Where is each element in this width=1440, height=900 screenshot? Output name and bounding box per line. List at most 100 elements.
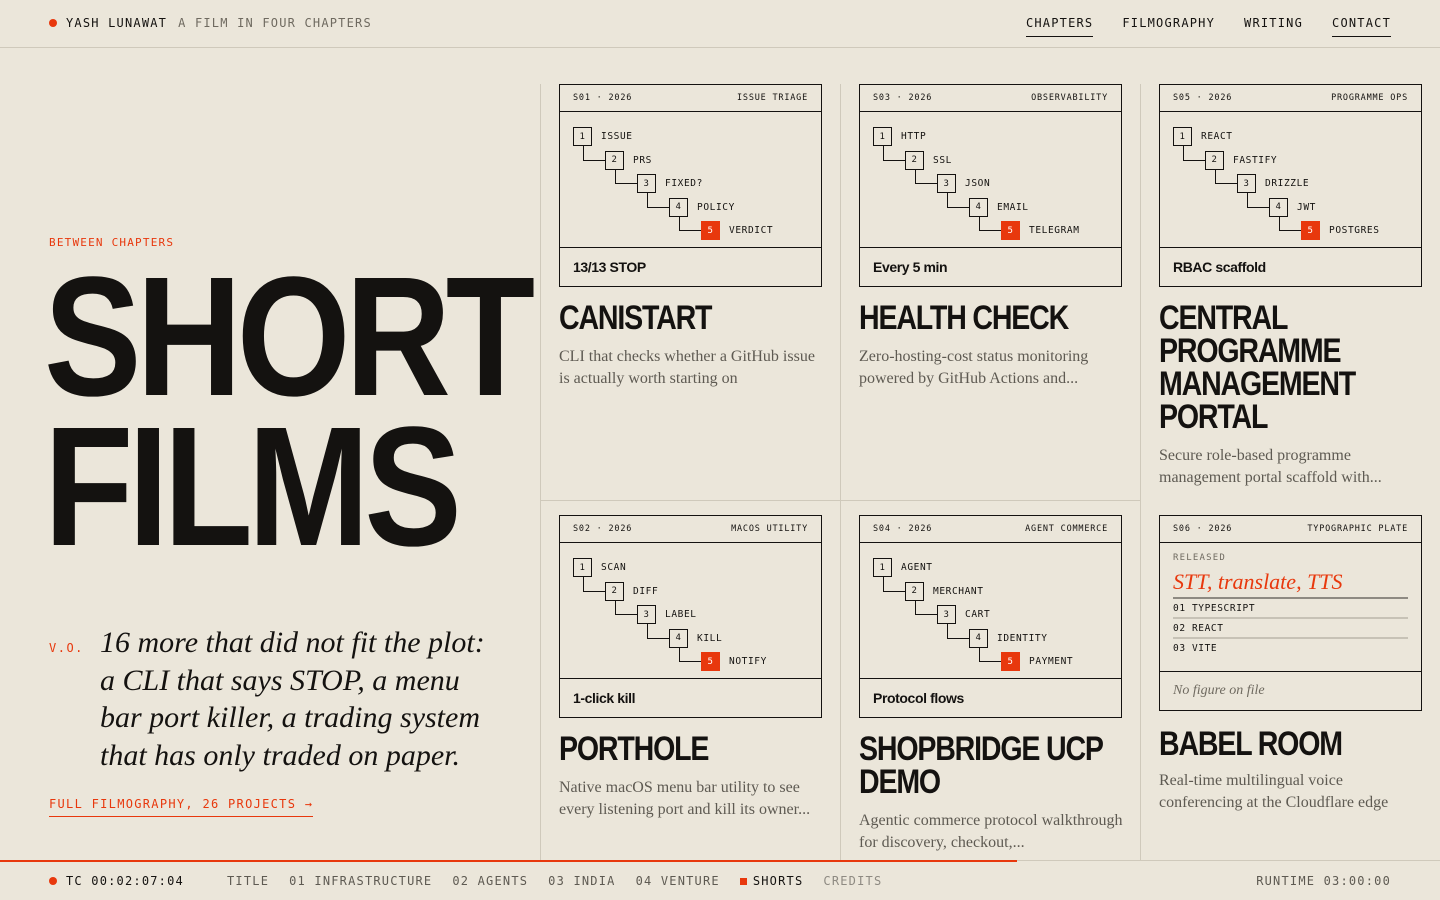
step-label: POSTGRES — [1329, 225, 1380, 236]
playback-progress[interactable] — [0, 860, 1017, 862]
pipeline-connector — [915, 600, 937, 615]
step-label: LABEL — [665, 609, 697, 620]
pipeline-connector — [915, 169, 937, 184]
card-category: PROGRAMME OPS — [1331, 93, 1408, 103]
step-label: PAYMENT — [1029, 656, 1074, 667]
step-number: 5 — [701, 652, 720, 671]
pipeline-step: 3 FIXED? — [637, 174, 703, 193]
pipeline-step: 4 KILL — [669, 628, 722, 648]
nav-chapters[interactable]: CHAPTERS — [1025, 16, 1094, 37]
brand[interactable]: YASH LUNAWAT A FILM IN FOUR CHAPTERS — [49, 16, 372, 30]
step-number: 1 — [573, 127, 592, 146]
chapter-agents[interactable]: 02 AGENTS — [452, 874, 528, 888]
card-season: S05 · 2026 — [1173, 93, 1233, 103]
nav-writing[interactable]: WRITING — [1244, 16, 1303, 37]
chapter-shorts[interactable]: SHORTS — [739, 874, 804, 888]
pipeline-connector — [1247, 192, 1269, 208]
step-number: 3 — [937, 605, 956, 624]
step-label: EMAIL — [997, 201, 1029, 213]
top-bar: YASH LUNAWAT A FILM IN FOUR CHAPTERS CHA… — [0, 0, 1440, 48]
pipeline-connector — [947, 623, 969, 639]
card-season: S04 · 2026 — [873, 524, 933, 534]
card-footer: 1-click kill — [560, 678, 821, 717]
project-card-babel[interactable]: S06 · 2026 TYPOGRAPHIC PLATE RELEASED ST… — [1159, 515, 1422, 711]
step-number: 5 — [1301, 221, 1320, 240]
step-number: 2 — [605, 150, 624, 170]
pipeline-connector — [647, 192, 669, 208]
step-label: VERDICT — [729, 225, 774, 236]
record-dot-icon — [49, 19, 57, 27]
step-label: DIFF — [633, 585, 659, 597]
step-label: FASTIFY — [1233, 154, 1278, 166]
step-number: 1 — [873, 127, 892, 146]
project-card[interactable]: S03 · 2026 OBSERVABILITY 1 HTTP 2 SSL 3 JSON 4 EM… — [859, 84, 1122, 287]
main-nav: CHAPTERS FILMOGRAPHY WRITING CONTACT — [1025, 16, 1391, 37]
card-season: S03 · 2026 — [873, 93, 933, 103]
full-filmography-link[interactable]: FULL FILMOGRAPHY, 26 PROJECTS → — [49, 797, 314, 817]
project-title[interactable]: CENTRAL PROGRAMME MANAGEMENT PORTAL — [1159, 301, 1411, 434]
step-label: SCAN — [601, 562, 627, 573]
pipeline-diagram: 1 HTTP 2 SSL 3 JSON 4 EMAIL 5 TELEGRAM — [860, 112, 1121, 247]
project-title[interactable]: PORTHOLE — [559, 732, 811, 766]
pipeline-step: 5 PAYMENT — [1001, 652, 1073, 671]
step-label: FIXED? — [665, 178, 703, 189]
pipeline-connector — [679, 216, 701, 231]
pipeline-step: 2 SSL — [905, 150, 952, 170]
pipeline-connector — [615, 169, 637, 184]
pipeline-connector — [947, 192, 969, 208]
pipeline-step: 4 EMAIL — [969, 197, 1029, 217]
hero-title-line-2: FILMS — [44, 392, 462, 582]
pipeline-connector — [679, 647, 701, 662]
project-title[interactable]: CANISTART — [559, 301, 811, 335]
plate-line: 03 VITE — [1173, 643, 1218, 654]
project-card[interactable]: S01 · 2026 ISSUE TRIAGE 1 ISSUE 2 PRS 3 FIXED? 4… — [559, 84, 822, 287]
card-category: AGENT COMMERCE — [1025, 524, 1108, 534]
card-category: TYPOGRAPHIC PLATE — [1307, 524, 1408, 534]
hero-quote: 16 more that did not fit the plot: a CLI… — [100, 626, 485, 772]
grid-divider — [840, 84, 841, 860]
step-number: 2 — [1205, 150, 1224, 170]
chapter-credits[interactable]: CREDITS — [823, 874, 882, 888]
step-number: 4 — [669, 628, 688, 648]
step-label: PRS — [633, 154, 652, 166]
project-card[interactable]: S04 · 2026 AGENT COMMERCE 1 AGENT 2 MERCHANT 3… — [859, 515, 1122, 718]
step-number: 1 — [873, 558, 892, 577]
pipeline-connector — [1279, 216, 1301, 231]
step-label: POLICY — [697, 201, 735, 213]
card-season: S02 · 2026 — [573, 524, 633, 534]
typographic-plate: RELEASED STT, translate, TTS 01 TYPESCRI… — [1160, 543, 1421, 671]
pipeline-connector — [979, 216, 1001, 231]
project-card[interactable]: S05 · 2026 PROGRAMME OPS 1 REACT 2 FASTIFY 3 DR… — [1159, 84, 1422, 287]
step-label: HTTP — [901, 131, 927, 142]
chapter-india[interactable]: 03 INDIA — [548, 874, 615, 888]
project-title[interactable]: SHOPBRIDGE UCP DEMO — [859, 732, 1111, 799]
nav-filmography[interactable]: FILMOGRAPHY — [1122, 16, 1215, 37]
project-card[interactable]: S02 · 2026 MACOS UTILITY 1 SCAN 2 DIFF 3 LABEL 4… — [559, 515, 822, 718]
project-description: Zero-hosting-cost status monitoring powe… — [859, 348, 1089, 387]
chapter-title[interactable]: TITLE — [227, 874, 269, 888]
nav-contact[interactable]: CONTACT — [1332, 16, 1391, 37]
pipeline-connector — [647, 623, 669, 639]
pipeline-step: 1 ISSUE — [573, 127, 633, 146]
step-label: ISSUE — [601, 131, 633, 142]
pipeline-step: 3 DRIZZLE — [1237, 174, 1309, 193]
pipeline-step: 3 JSON — [937, 174, 990, 193]
card-footer: RBAC scaffold — [1160, 247, 1421, 286]
pipeline-step: 3 CART — [937, 605, 990, 624]
chapter-infrastructure[interactable]: 01 INFRASTRUCTURE — [289, 874, 432, 888]
grid-divider — [540, 84, 541, 860]
project-title[interactable]: HEALTH CHECK — [859, 301, 1111, 335]
project-description: Real-time multilingual voice conferencin… — [1159, 772, 1389, 811]
card-category: MACOS UTILITY — [731, 524, 808, 534]
chapter-venture[interactable]: 04 VENTURE — [636, 874, 720, 888]
timecode-text: TC 00:02:07:04 — [66, 874, 184, 888]
brand-tagline: A FILM IN FOUR CHAPTERS — [178, 16, 372, 30]
step-number: 4 — [669, 197, 688, 217]
project-description: Agentic commerce protocol walkthrough fo… — [859, 812, 1123, 851]
step-number: 1 — [573, 558, 592, 577]
project-title[interactable]: BABEL ROOM — [1159, 727, 1411, 761]
step-number: 2 — [905, 150, 924, 170]
pipeline-step: 4 POLICY — [669, 197, 735, 217]
step-number: 2 — [905, 581, 924, 601]
card-header: S06 · 2026 TYPOGRAPHIC PLATE — [1160, 516, 1421, 543]
